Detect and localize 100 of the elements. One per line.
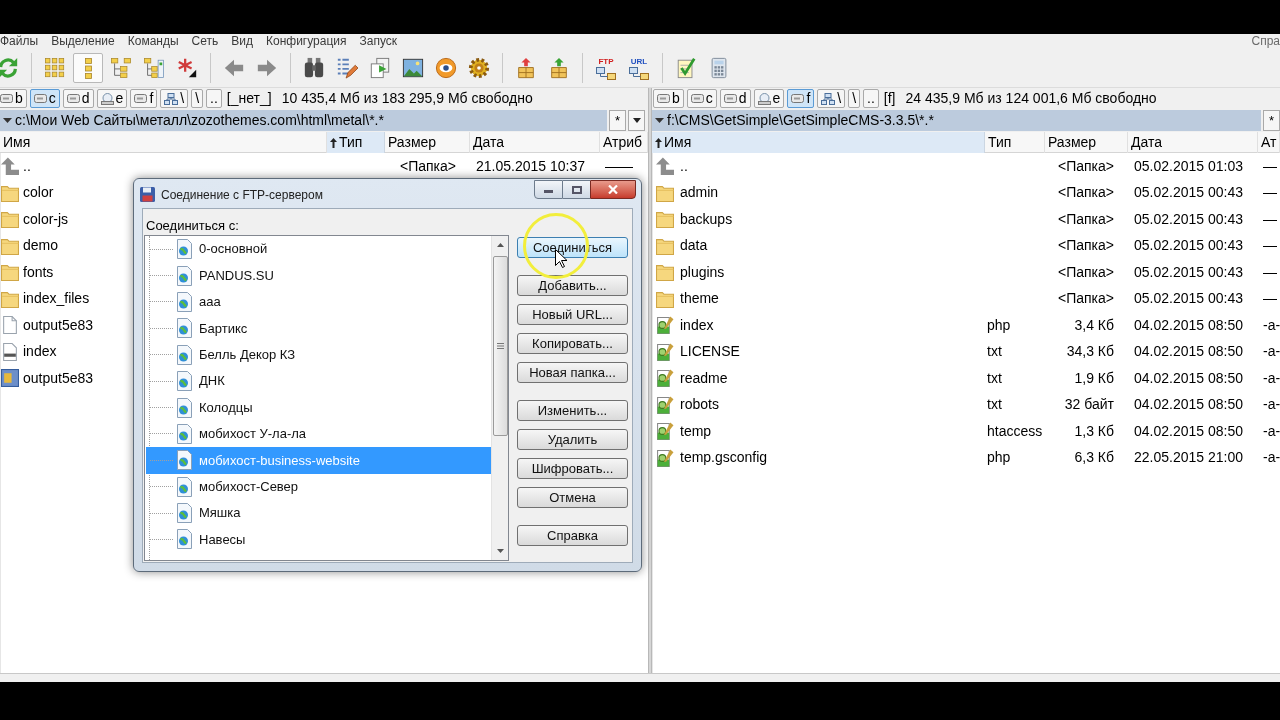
url-toolbar-button[interactable]: URL <box>624 53 654 83</box>
file-size: <Папка> <box>1057 262 1115 282</box>
menu-item[interactable]: Спра <box>1251 34 1280 49</box>
drive-button[interactable]: .. <box>863 89 879 108</box>
site-list-item[interactable]: мобихост-Север <box>146 473 491 500</box>
dialog-button[interactable]: Добавить... <box>517 275 628 296</box>
wildcard-button[interactable]: * <box>1263 110 1280 131</box>
box-up-arrow-icon[interactable] <box>548 57 570 79</box>
drive-button[interactable]: \ <box>817 89 846 108</box>
file-attributes: -a- <box>1262 448 1280 468</box>
minimize-button[interactable] <box>534 180 563 199</box>
calculator-icon[interactable] <box>708 57 730 79</box>
right-arrow-icon[interactable] <box>256 57 278 79</box>
drive-icon <box>134 94 148 103</box>
close-button[interactable] <box>590 180 636 199</box>
drive-icon <box>791 94 805 103</box>
globe-document-icon <box>176 371 193 392</box>
site-list-item[interactable]: Бартикс <box>146 315 491 342</box>
dialog-button[interactable]: Изменить... <box>517 400 628 421</box>
removable-drive-icon <box>100 92 114 105</box>
dialog-button[interactable]: Шифровать... <box>517 458 628 479</box>
site-list-item[interactable]: aaa <box>146 288 491 316</box>
document-pencil-icon <box>656 342 674 361</box>
site-list-item[interactable]: PANDUS.SU <box>146 262 491 289</box>
binoculars-icon[interactable] <box>303 57 325 79</box>
globe-document-icon <box>176 450 193 471</box>
view-toggle-button[interactable] <box>73 53 103 83</box>
menu-item[interactable]: Конфигурация <box>266 34 347 49</box>
menu-item[interactable]: Файлы <box>0 34 39 49</box>
drive-button[interactable]: b <box>0 89 27 108</box>
drive-button[interactable]: \ <box>191 89 204 108</box>
column-header[interactable]: Тип <box>327 132 385 153</box>
drive-button[interactable]: e <box>753 89 785 108</box>
file-size: 34,3 Кб <box>1065 342 1115 362</box>
picture-icon[interactable] <box>402 57 424 79</box>
dialog-button[interactable]: Копировать... <box>517 333 628 354</box>
file-name: admin <box>680 183 719 203</box>
file-date: 21.05.2015 10:37 <box>475 156 586 176</box>
drive-button[interactable]: c <box>686 89 717 108</box>
dialog-button[interactable]: Новый URL... <box>517 304 628 325</box>
site-list-item[interactable]: Мяшка <box>146 499 491 527</box>
drive-icon <box>66 94 80 103</box>
drive-button[interactable]: \ <box>848 89 861 108</box>
dialog-title: Соединение с FTP-сервером <box>161 186 323 204</box>
drive-button[interactable]: d <box>719 89 751 108</box>
site-list-item[interactable]: ДНК <box>146 367 491 395</box>
drive-button[interactable]: \ <box>160 89 189 108</box>
drive-button[interactable]: .. <box>206 89 222 108</box>
file-date: 05.02.2015 00:43 <box>1133 183 1244 203</box>
list-pencil-icon[interactable] <box>336 57 358 79</box>
computers-icon <box>596 66 616 80</box>
drive-button[interactable]: c <box>29 89 60 108</box>
path-text: f:\CMS\GetSimple\GetSimpleCMS-3.3.5\*.* <box>667 111 934 130</box>
globe-document-icon <box>176 423 193 444</box>
wildcard-button[interactable]: * <box>609 110 626 131</box>
file-name: robots <box>680 395 719 415</box>
drive-button[interactable]: f <box>787 89 815 108</box>
folder-icon <box>1 183 19 202</box>
refresh-icon[interactable] <box>0 57 19 79</box>
dialog-button[interactable]: Новая папка... <box>517 362 628 383</box>
file-name: color <box>23 183 54 203</box>
dialog-button[interactable]: Справка <box>517 525 628 546</box>
scrollbar[interactable] <box>491 236 508 560</box>
site-list-item[interactable]: мобихост У-ла-ла <box>146 420 491 448</box>
file-attributes: -a- <box>1262 421 1280 441</box>
box-up-arrow-icon[interactable] <box>515 57 537 79</box>
dialog-label: Соединиться с: <box>145 217 240 234</box>
minimize-icon <box>544 190 553 193</box>
menu-item[interactable]: Выделение <box>51 34 115 49</box>
drive-button[interactable]: b <box>653 89 684 108</box>
ftp-toolbar-button[interactable]: FTP <box>591 53 621 83</box>
left-arrow-icon[interactable] <box>223 57 245 79</box>
site-list-item[interactable]: 0-основной <box>146 236 491 263</box>
menu-item[interactable]: Вид <box>231 34 253 49</box>
gear-icon[interactable] <box>468 57 490 79</box>
site-list-item[interactable]: Навесы <box>146 526 491 553</box>
maximize-button[interactable] <box>563 180 590 199</box>
file-attributes: — <box>1262 236 1278 256</box>
checklist-icon[interactable] <box>675 57 697 79</box>
site-list-item[interactable]: Белль Декор КЗ <box>146 341 491 368</box>
site-list-item[interactable]: Колодцы <box>146 394 491 421</box>
column-header[interactable]: Имя <box>652 132 985 153</box>
drive-button[interactable]: d <box>62 89 94 108</box>
drive-button[interactable]: e <box>96 89 128 108</box>
file-date: 05.02.2015 00:43 <box>1133 262 1244 282</box>
dialog-button[interactable]: Удалить <box>517 429 628 450</box>
drive-button[interactable]: f <box>130 89 158 108</box>
documents-icon[interactable] <box>369 57 391 79</box>
caret-icon <box>3 118 12 123</box>
dialog-button[interactable]: Отмена <box>517 487 628 508</box>
menu-item[interactable]: Команды <box>127 34 179 49</box>
sort-arrow-icon <box>655 137 662 148</box>
dropdown-button[interactable] <box>628 110 645 131</box>
file-name: index_files <box>23 289 90 309</box>
menu-item[interactable]: Запуск <box>359 34 398 49</box>
file-size: 32 байт <box>1063 395 1115 415</box>
menu-item[interactable]: Сеть <box>191 34 219 49</box>
scrollbar-thumb[interactable] <box>492 256 508 436</box>
asterisk-icon[interactable] <box>176 57 198 79</box>
eye-icon[interactable] <box>435 57 457 79</box>
